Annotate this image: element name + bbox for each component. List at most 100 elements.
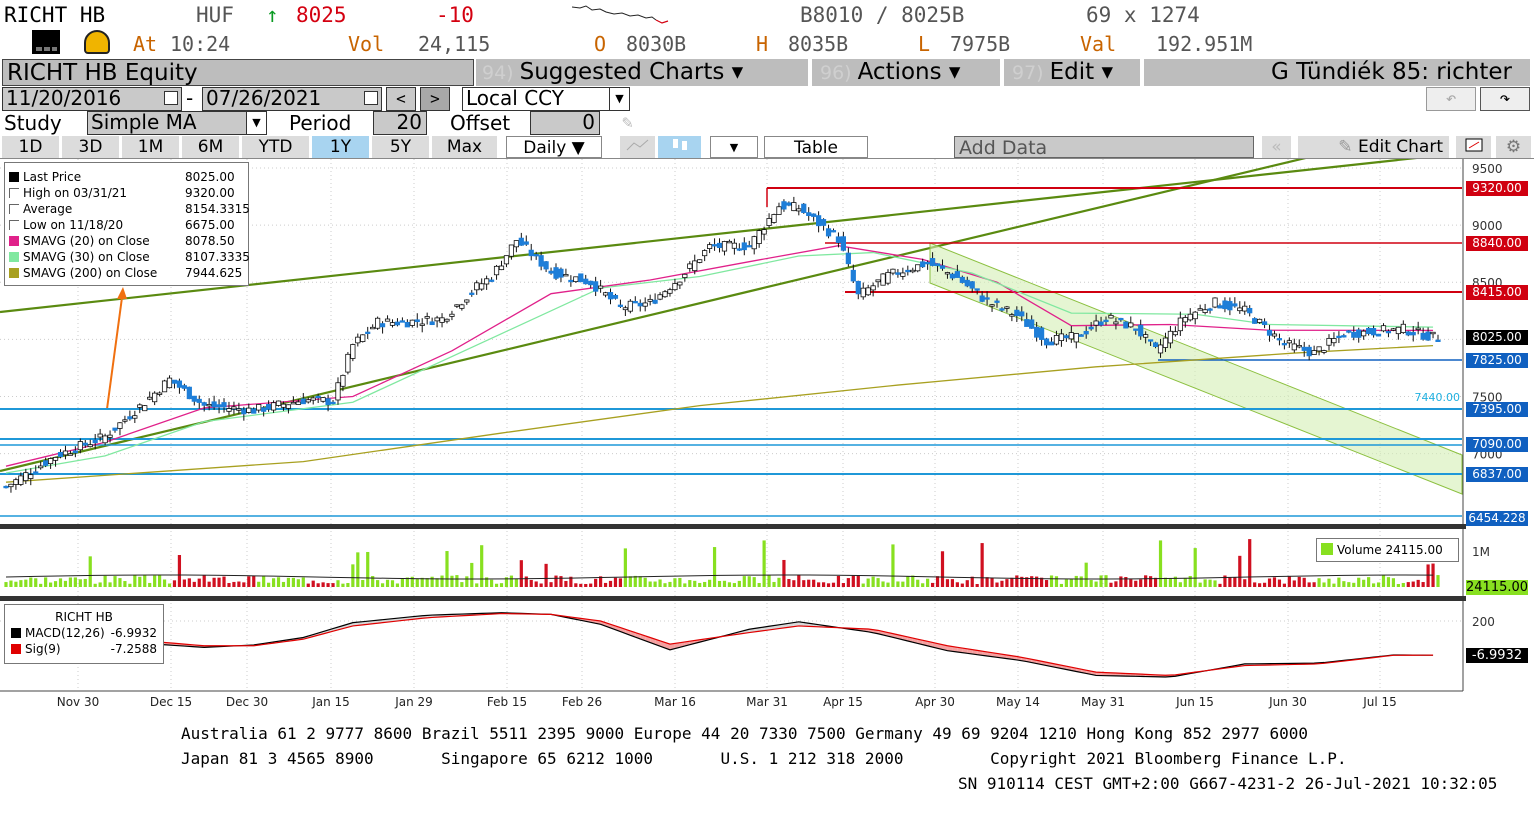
news-icon[interactable] xyxy=(32,30,60,54)
volume-tick-label: 1M xyxy=(1472,545,1490,559)
legend-row[interactable]: SMAVG (20) on Close 8078.50 xyxy=(9,233,244,249)
candle xyxy=(1192,311,1198,320)
offset-input[interactable]: 0 xyxy=(530,111,600,135)
forward-arrow-icon[interactable]: > xyxy=(420,87,450,111)
line-chart-icon[interactable] xyxy=(620,136,656,158)
legend-value: 8078.50 xyxy=(185,234,235,248)
candle xyxy=(920,261,926,268)
x-tick-label: Mar 31 xyxy=(746,695,788,709)
candle xyxy=(8,483,14,488)
price-legend[interactable]: Last Price 8025.00 High on 03/31/21 9320.00… xyxy=(4,162,250,286)
chart-settings-icon[interactable] xyxy=(1456,136,1492,158)
calendar-icon[interactable] xyxy=(164,91,178,105)
gear-icon[interactable]: ⚙ xyxy=(1496,136,1532,158)
candle xyxy=(132,415,138,419)
calendar-icon[interactable] xyxy=(364,91,378,105)
candle xyxy=(761,229,767,235)
candle xyxy=(543,261,549,270)
chart-type-dropdown-icon[interactable]: ▼ xyxy=(710,136,758,158)
range-tab-1y[interactable]: 1Y xyxy=(312,136,370,158)
range-tab-3d[interactable]: 3D xyxy=(62,136,120,158)
candle xyxy=(474,282,480,291)
volume-bar xyxy=(930,582,935,587)
range-tab-ytd[interactable]: YTD xyxy=(242,136,310,158)
candle xyxy=(756,230,762,244)
dropdown-arrow-icon: ▼ xyxy=(609,88,629,110)
suggested-charts-menu[interactable]: 94) Suggested Charts ▾ xyxy=(476,59,810,86)
end-date-field[interactable]: 07/26/2021 xyxy=(202,87,382,111)
volume-bar xyxy=(103,575,107,587)
study-select[interactable]: Simple MA ▼ xyxy=(87,111,267,135)
candle xyxy=(682,273,688,278)
start-date-field[interactable]: 11/20/2016 xyxy=(2,87,182,111)
back-arrow-icon[interactable]: < xyxy=(386,87,416,111)
traded-value: 192.951M xyxy=(1156,32,1253,56)
volume-bar xyxy=(797,575,801,587)
candle xyxy=(1053,335,1060,345)
candle xyxy=(1257,318,1263,323)
candle xyxy=(345,353,351,373)
candle xyxy=(1103,319,1109,323)
range-tab-1m[interactable]: 1M xyxy=(122,136,180,158)
candle xyxy=(855,280,861,295)
volume-bar xyxy=(366,551,370,587)
volume-bar xyxy=(767,575,771,587)
candle xyxy=(1336,335,1342,339)
candle xyxy=(707,244,713,249)
candle xyxy=(1271,333,1278,337)
security-title[interactable]: RICHT HB Equity xyxy=(2,59,474,86)
range-tab-6m[interactable]: 6M xyxy=(182,136,240,158)
legend-row[interactable]: High on 03/31/21 9320.00 xyxy=(9,185,244,201)
volume-bar xyxy=(737,580,741,587)
candle-chart-icon[interactable] xyxy=(658,136,702,158)
volume-bar xyxy=(673,578,677,587)
volume-bar xyxy=(975,583,979,587)
pencil-icon[interactable]: ✎ xyxy=(622,112,633,133)
candle xyxy=(384,318,391,322)
pane-divider[interactable] xyxy=(0,596,1466,601)
undo-icon[interactable]: ↶ xyxy=(1426,87,1476,111)
volume-legend[interactable]: Volume 24115.00 xyxy=(1316,538,1459,562)
volume-bar xyxy=(153,575,157,587)
table-button[interactable]: Table xyxy=(764,136,868,158)
legend-row[interactable]: Low on 11/18/20 6675.00 xyxy=(9,217,244,233)
collapse-icon[interactable]: « xyxy=(1262,136,1292,158)
candle xyxy=(1252,318,1258,324)
range-tab-5y[interactable]: 5Y xyxy=(372,136,430,158)
open-value: 8030B xyxy=(626,32,687,56)
period-input[interactable]: 20 xyxy=(373,111,427,135)
frequency-select[interactable]: Daily ▼ xyxy=(506,136,602,158)
volume-bar xyxy=(802,580,806,587)
candle xyxy=(751,236,757,250)
legend-row[interactable]: SMAVG (30) on Close 8107.3335 xyxy=(9,249,250,265)
macd-swatch xyxy=(11,628,21,638)
volume-bar xyxy=(564,580,568,587)
legend-row[interactable]: Last Price 8025.00 xyxy=(9,169,244,185)
legend-row[interactable]: Average 8154.3315 xyxy=(9,201,250,217)
speedometer-icon[interactable] xyxy=(84,30,110,54)
downtrend-channel[interactable] xyxy=(929,242,1463,495)
volume-bar xyxy=(1198,582,1202,587)
pane-divider[interactable] xyxy=(0,524,1466,529)
candle xyxy=(33,471,39,474)
actions-menu[interactable]: 96) Actions ▾ xyxy=(812,59,1002,86)
edit-menu[interactable]: 97) Edit ▾ xyxy=(1004,59,1142,86)
range-tab-1d[interactable]: 1D xyxy=(2,136,60,158)
range-tab-max[interactable]: Max xyxy=(432,136,498,158)
currency-select[interactable]: Local CCY ▼ xyxy=(462,87,630,111)
add-data-input[interactable]: Add Data xyxy=(954,136,1254,159)
macd-legend[interactable]: RICHT HB MACD(12,26) -6.9932 Sig(9) -7.258… xyxy=(4,604,164,664)
redo-icon[interactable]: ↷ xyxy=(1480,87,1530,111)
orange-arrow-line[interactable] xyxy=(106,289,124,410)
candle xyxy=(77,441,83,451)
edit-chart-button[interactable]: ✎ Edit Chart xyxy=(1298,136,1450,158)
volume-bar xyxy=(1049,575,1054,587)
candle xyxy=(216,404,222,408)
candle xyxy=(57,451,64,458)
volume-bar xyxy=(792,580,796,587)
candle xyxy=(925,261,931,265)
volume-bar xyxy=(628,576,632,587)
legend-row[interactable]: SMAVG (200) on Close 7944.625 xyxy=(9,265,244,281)
candle xyxy=(612,295,619,299)
high-value: 8035B xyxy=(788,32,849,56)
